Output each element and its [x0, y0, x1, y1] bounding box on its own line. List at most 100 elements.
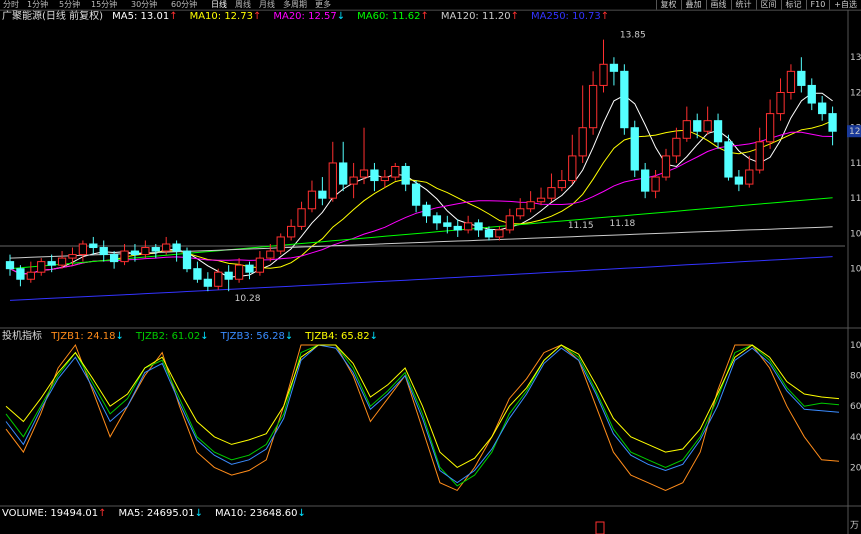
candle-body[interactable]: [16, 268, 25, 280]
legend-item: TJZB4: 65.82↓: [305, 331, 384, 342]
indicator-title: 投机指标: [2, 331, 42, 342]
candle-body[interactable]: [505, 215, 514, 231]
candle-body[interactable]: [193, 268, 202, 280]
candle-body[interactable]: [359, 169, 369, 178]
candle-body[interactable]: [651, 176, 660, 192]
candle-body[interactable]: [578, 127, 587, 157]
candle-body[interactable]: [443, 222, 452, 227]
legend-arrow: ↓: [284, 331, 294, 342]
candle-body[interactable]: [214, 271, 223, 287]
candle-body[interactable]: [141, 247, 150, 256]
legend-arrow: ↓: [115, 331, 124, 342]
candle-body[interactable]: [547, 187, 556, 199]
candle-body[interactable]: [755, 141, 764, 171]
candle-body[interactable]: [130, 250, 140, 256]
candle-body[interactable]: [536, 197, 546, 203]
candle-body[interactable]: [620, 70, 629, 129]
candle-body[interactable]: [26, 271, 35, 280]
candle-body[interactable]: [745, 169, 754, 185]
candle-body[interactable]: [286, 225, 296, 238]
candle-body[interactable]: [57, 257, 67, 266]
indicator-legend: 投机指标 TJZB1: 24.18↓ TJZB2: 61.02↓ TJZB3: 56…: [2, 331, 396, 343]
candle-body[interactable]: [568, 155, 577, 182]
indicator-tick-label: 60: [850, 402, 861, 412]
candle-body[interactable]: [224, 271, 233, 280]
legend-item: TJZB1: 24.18↓: [51, 331, 130, 342]
candle-body[interactable]: [370, 169, 379, 182]
legend-arrow: ↓: [297, 508, 306, 519]
candle-body[interactable]: [172, 243, 181, 252]
candle-body[interactable]: [339, 162, 348, 185]
candle-body[interactable]: [453, 225, 462, 231]
candle-body[interactable]: [828, 113, 837, 132]
indicator-tick-label: 40: [850, 433, 861, 443]
candle-body[interactable]: [713, 120, 723, 143]
candle-body[interactable]: [234, 264, 244, 280]
candle-body[interactable]: [37, 261, 46, 273]
candle-body[interactable]: [495, 229, 504, 238]
candle-body[interactable]: [68, 254, 77, 259]
candle-body[interactable]: [797, 70, 806, 86]
candle-body[interactable]: [120, 250, 129, 263]
candle-body[interactable]: [693, 120, 702, 132]
candle-body[interactable]: [641, 169, 650, 192]
candle-body[interactable]: [734, 176, 744, 185]
candle-body[interactable]: [349, 176, 358, 185]
candle-body[interactable]: [682, 120, 691, 139]
price-chart[interactable]: 13.8510.2811.1511.18 1312121111101012100…: [0, 0, 861, 534]
volume-unit-label: 万: [850, 521, 859, 531]
candle-body[interactable]: [380, 176, 389, 182]
candle-body[interactable]: [609, 63, 619, 72]
legend-arrow: ↑: [98, 508, 107, 519]
candle-body[interactable]: [328, 162, 337, 199]
legend-item: MA10: 23648.60↓: [215, 508, 312, 519]
candle-body[interactable]: [47, 261, 56, 266]
candle-body[interactable]: [5, 261, 15, 270]
candle-body[interactable]: [557, 180, 567, 189]
candle-body[interactable]: [474, 222, 483, 231]
legend-label: MA5: 24695.01: [118, 508, 195, 519]
candle-body[interactable]: [203, 278, 212, 287]
candle-body[interactable]: [99, 247, 108, 256]
price-annotation: 11.15: [568, 221, 594, 231]
legend-item: VOLUME: 19494.01↑: [2, 508, 113, 519]
candle-body[interactable]: [484, 229, 494, 238]
axis-tick-label: 10: [850, 229, 861, 239]
candle-body[interactable]: [703, 120, 712, 132]
candle-body[interactable]: [109, 254, 119, 263]
candle-body[interactable]: [78, 243, 88, 256]
candle-body[interactable]: [516, 208, 525, 217]
candle-body[interactable]: [411, 183, 421, 206]
candle-body[interactable]: [401, 165, 410, 185]
candle-body[interactable]: [276, 236, 285, 252]
candle-body[interactable]: [391, 165, 400, 178]
candle-body[interactable]: [162, 243, 171, 252]
candle-body[interactable]: [807, 84, 816, 104]
candle-body[interactable]: [786, 70, 796, 93]
candle-body[interactable]: [630, 127, 639, 171]
candle-body[interactable]: [776, 91, 785, 115]
candle-body[interactable]: [307, 190, 317, 210]
candle-body[interactable]: [599, 63, 608, 86]
indicator-tick-label: 100: [850, 341, 861, 351]
candle-body[interactable]: [245, 264, 254, 273]
candle-body[interactable]: [526, 201, 535, 210]
candle-body[interactable]: [464, 222, 473, 231]
candle-body[interactable]: [182, 250, 192, 270]
candle-body[interactable]: [255, 257, 265, 273]
candle-body[interactable]: [661, 155, 671, 178]
candle-body[interactable]: [297, 208, 306, 227]
candle-body[interactable]: [818, 102, 827, 115]
axis-tick-label: 13: [850, 53, 861, 63]
axis-tick-label: 11: [850, 194, 861, 204]
candle-body[interactable]: [765, 113, 775, 143]
candle-body[interactable]: [672, 137, 681, 157]
candle-body[interactable]: [318, 190, 327, 199]
candle-body[interactable]: [588, 84, 598, 129]
candle-body[interactable]: [266, 250, 275, 259]
candle-body[interactable]: [422, 204, 431, 217]
candle-body[interactable]: [89, 243, 98, 249]
candle-body[interactable]: [151, 247, 160, 252]
candle-body[interactable]: [724, 141, 733, 178]
candle-body[interactable]: [432, 215, 442, 224]
